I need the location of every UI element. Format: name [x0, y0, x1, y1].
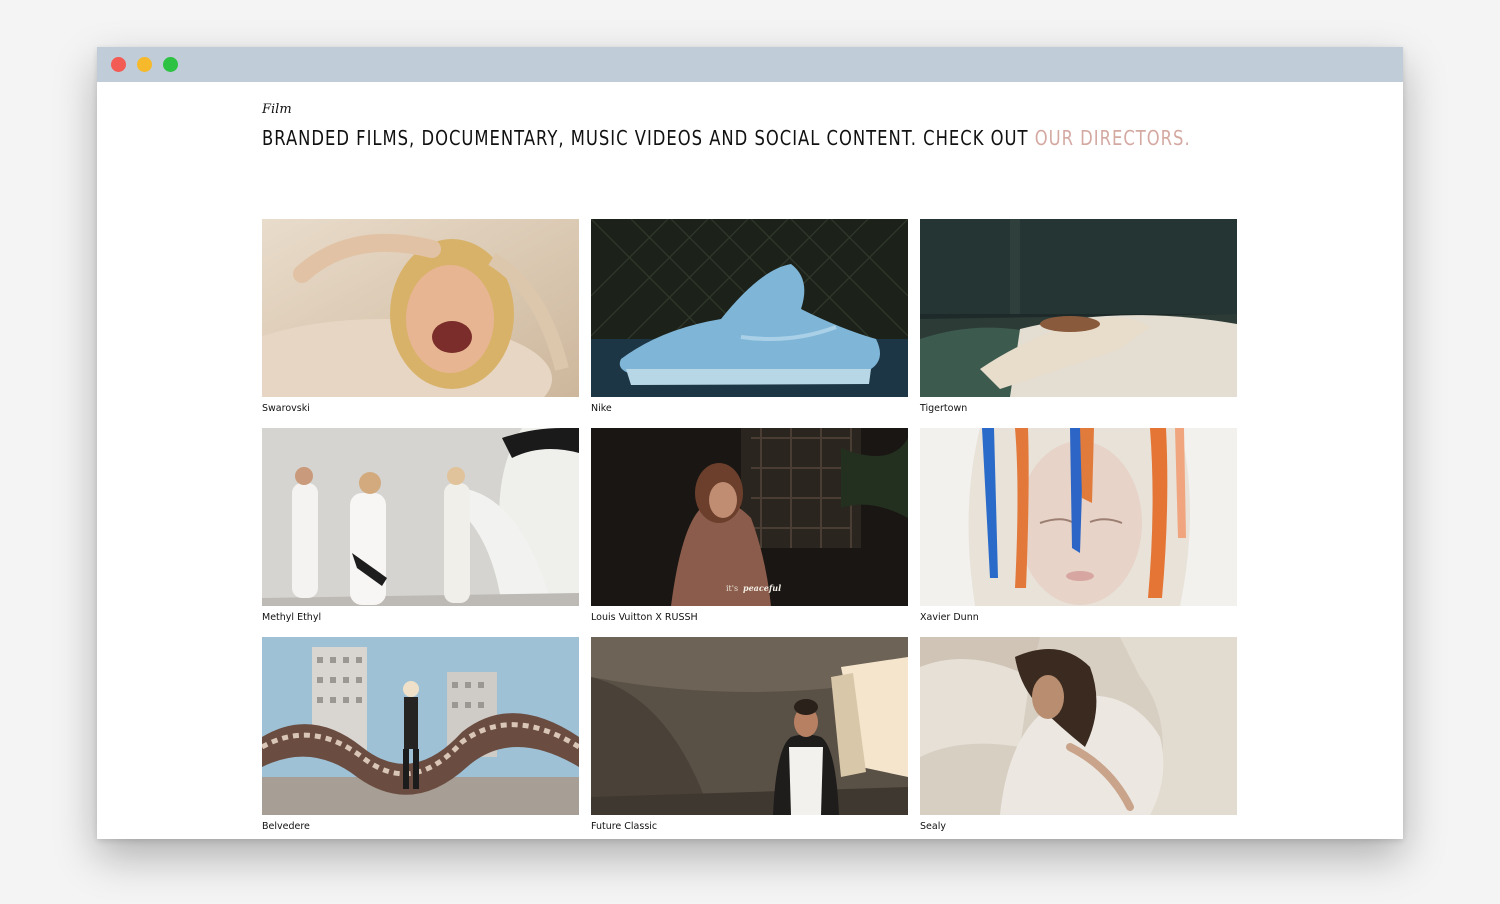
maximize-window-button[interactable] — [163, 57, 178, 72]
film-card-methyl-ethyl[interactable]: Methyl Ethyl — [262, 428, 579, 623]
film-card-nike[interactable]: Nike — [591, 219, 908, 414]
film-card-sealy[interactable]: Sealy — [920, 637, 1237, 832]
film-title[interactable]: Xavier Dunn — [920, 612, 979, 623]
film-title[interactable]: Tigertown — [920, 403, 967, 414]
close-window-button[interactable] — [111, 57, 126, 72]
film-card-tigertown[interactable]: Tigertown — [920, 219, 1237, 414]
film-title[interactable]: Belvedere — [262, 821, 310, 832]
film-title[interactable]: Swarovski — [262, 403, 310, 414]
film-thumbnail-swarovski[interactable] — [262, 219, 579, 397]
film-thumbnail-sealy[interactable] — [920, 637, 1237, 815]
film-title[interactable]: Louis Vuitton X RUSSH — [591, 612, 698, 623]
minimize-window-button[interactable] — [137, 57, 152, 72]
film-card-louis-vuitton-x-russh[interactable]: it's peaceful Louis Vuitton X RUSSH — [591, 428, 908, 623]
window-titlebar — [97, 47, 1403, 82]
headline-text: BRANDED FILMS, DOCUMENTARY, MUSIC VIDEOS… — [262, 126, 1035, 150]
film-thumbnail-nike[interactable] — [591, 219, 908, 397]
overlay-text-peaceful: peaceful — [743, 583, 781, 593]
overlay-text-its: it's — [726, 584, 738, 593]
page-headline: BRANDED FILMS, DOCUMENTARY, MUSIC VIDEOS… — [262, 126, 1191, 150]
film-thumbnail-belvedere[interactable] — [262, 637, 579, 815]
film-thumbnail-methyl-ethyl[interactable] — [262, 428, 579, 606]
film-card-future-classic[interactable]: Future Classic — [591, 637, 908, 832]
section-label: Film — [262, 102, 292, 117]
film-card-xavier-dunn[interactable]: Xavier Dunn — [920, 428, 1237, 623]
film-card-belvedere[interactable]: Belvedere — [262, 637, 579, 832]
browser-window: Film BRANDED FILMS, DOCUMENTARY, MUSIC V… — [97, 47, 1403, 839]
film-title[interactable]: Future Classic — [591, 821, 657, 832]
film-thumbnail-tigertown[interactable] — [920, 219, 1237, 397]
our-directors-link[interactable]: OUR DIRECTORS. — [1035, 126, 1191, 150]
page-content: Film BRANDED FILMS, DOCUMENTARY, MUSIC V… — [97, 82, 1403, 839]
film-title[interactable]: Nike — [591, 403, 612, 414]
film-title[interactable]: Methyl Ethyl — [262, 612, 321, 623]
film-thumbnail-future-classic[interactable] — [591, 637, 908, 815]
film-thumbnail-xavier-dunn[interactable] — [920, 428, 1237, 606]
film-card-swarovski[interactable]: Swarovski — [262, 219, 579, 414]
film-title[interactable]: Sealy — [920, 821, 946, 832]
film-thumbnail-louis-vuitton-x-russh[interactable]: it's peaceful — [591, 428, 908, 606]
